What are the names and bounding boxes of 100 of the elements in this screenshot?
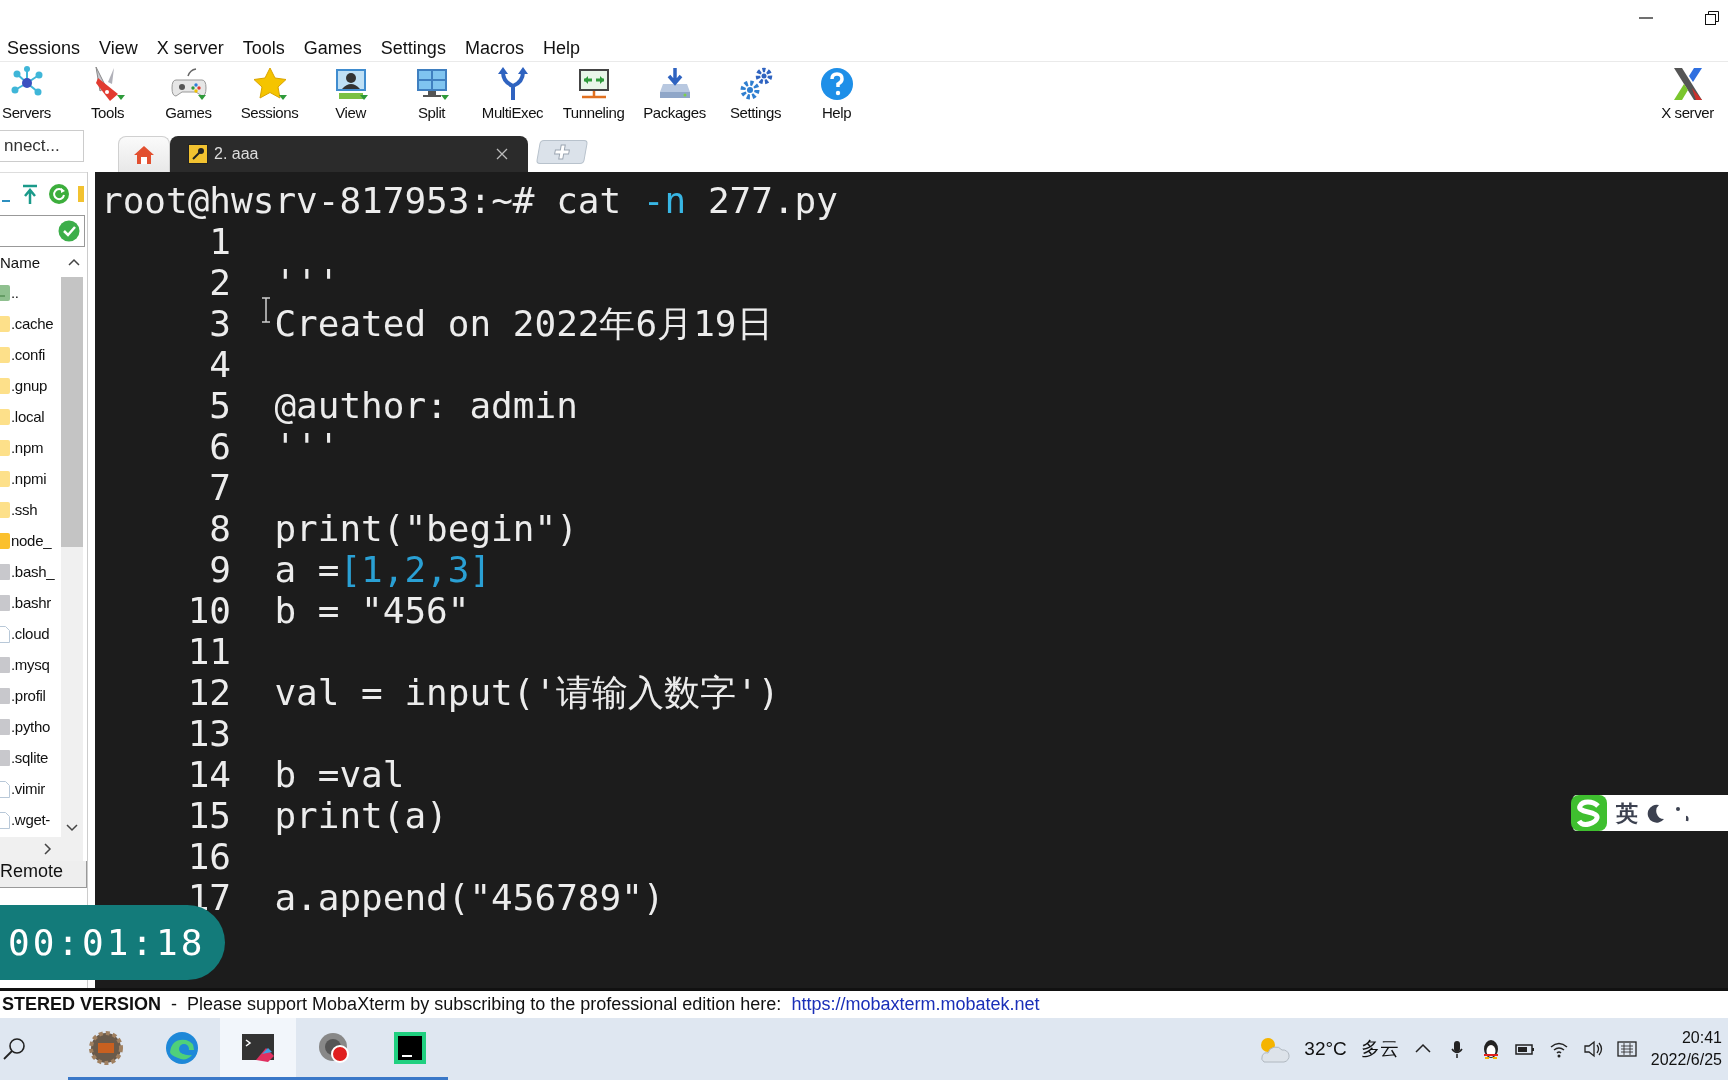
menu-item[interactable]: Macros <box>464 38 524 59</box>
file-name[interactable]: .mysq <box>11 656 50 673</box>
text-cursor-icon <box>261 297 271 323</box>
line-number: 13 <box>186 713 232 754</box>
gear-app-icon <box>88 1029 124 1066</box>
check-icon[interactable] <box>58 220 80 242</box>
line-number: 7 <box>208 467 232 508</box>
file-name[interactable]: .confi <box>11 346 46 363</box>
toolbar-button[interactable]: Games <box>148 62 229 128</box>
plus-icon <box>552 144 572 160</box>
volume-icon[interactable] <box>1582 1039 1603 1059</box>
toolbar-button[interactable]: Tunneling <box>553 62 634 128</box>
code-text: a.append("456789") <box>274 877 665 918</box>
line-number: 16 <box>186 836 232 877</box>
tab-title: 2. aaa <box>214 145 259 163</box>
path-field[interactable] <box>0 215 85 247</box>
file-name[interactable]: .local <box>11 408 45 425</box>
ide-app-icon <box>392 1029 428 1066</box>
menu-item[interactable]: Settings <box>380 38 446 59</box>
line-number: 1 <box>208 221 232 262</box>
file-name[interactable]: .bash_ <box>11 563 55 580</box>
website-link[interactable]: https://mobaxterm.mobatek.net <box>791 994 1040 1014</box>
s-logo-icon <box>1570 794 1608 832</box>
menu-item[interactable]: Sessions <box>7 38 81 59</box>
toolbar-button[interactable]: Help <box>796 62 877 128</box>
file-name[interactable]: .bashr <box>11 594 51 611</box>
menu-item[interactable]: X server <box>156 38 224 59</box>
weather-label[interactable]: 多云 <box>1360 1036 1399 1062</box>
moon-icon[interactable] <box>1646 803 1666 823</box>
line-number: 2 <box>208 262 232 303</box>
file-name[interactable]: .wget- <box>11 811 51 828</box>
toolbar-button[interactable]: X server <box>1647 62 1728 128</box>
file-name[interactable]: .. <box>11 284 19 301</box>
toolbar-button[interactable]: MultiExec <box>472 62 553 128</box>
line-number: 6 <box>208 426 232 467</box>
taskbar-app[interactable] <box>220 1018 296 1080</box>
line-number: 14 <box>186 754 232 795</box>
file-name[interactable]: .npmi <box>11 470 47 487</box>
scrollbar-thumb[interactable] <box>61 277 83 547</box>
input-mode-label[interactable]: 英 <box>1616 792 1638 834</box>
menu-item[interactable]: Tools <box>242 38 285 59</box>
status-message: STERED VERSION - Please support MobaXterm by subscribing to the professional edition here: https://mobaxterm.mobatek.net <box>2 994 1040 1015</box>
file-name[interactable]: .ssh <box>11 501 38 518</box>
scroll-up-icon[interactable] <box>67 257 81 267</box>
line-number: 8 <box>208 508 232 549</box>
menu-item[interactable]: Help <box>542 38 580 59</box>
line-number: 12 <box>186 672 232 713</box>
menu-item[interactable]: View <box>99 38 138 59</box>
toolbar-button[interactable]: Servers <box>0 62 67 128</box>
file-name[interactable]: .cache <box>11 315 54 332</box>
clock-time[interactable]: 20:41 <box>1681 1027 1722 1049</box>
file-name[interactable]: node_ <box>11 532 52 549</box>
code-text: val = input('请输入数字') <box>274 672 780 713</box>
scroll-down-icon[interactable] <box>65 823 79 833</box>
star-icon <box>251 66 288 102</box>
scroll-right-icon[interactable] <box>43 842 53 856</box>
browser-icon <box>164 1029 200 1066</box>
session-tab[interactable]: 2. aaa <box>170 136 528 172</box>
file-name[interactable]: .npm <box>11 439 44 456</box>
gamepad-icon <box>170 66 207 102</box>
code-text: ''' <box>274 262 340 303</box>
line-number: 9 <box>208 549 232 590</box>
file-name[interactable]: .vimir <box>11 780 46 797</box>
code-text: @author: admin <box>274 385 578 426</box>
code-text: a =[1,2,3] <box>274 549 492 590</box>
line-number: 3 <box>208 303 232 344</box>
close-icon[interactable] <box>496 148 508 160</box>
help-icon <box>818 66 855 102</box>
quick-connect-field[interactable]: nnect... <box>0 130 84 162</box>
file-name[interactable]: .sqlite <box>11 749 49 766</box>
keyboard-icon[interactable] <box>1616 1039 1637 1059</box>
toolbar-button[interactable]: View <box>310 62 391 128</box>
input-method-bar[interactable]: 英 <box>1573 795 1728 831</box>
toolbar-button[interactable]: Split <box>391 62 472 128</box>
refresh-icon[interactable] <box>48 183 70 205</box>
vertical-scrollbar[interactable] <box>61 277 83 837</box>
toolbar-button[interactable]: Settings <box>715 62 796 128</box>
code-text: Created on 2022年6月19日 <box>274 303 773 344</box>
code-text: b =val <box>274 754 405 795</box>
search-icon[interactable] <box>2 1036 28 1062</box>
remote-tab[interactable]: Remote <box>0 861 87 888</box>
line-number: 15 <box>186 795 232 836</box>
menu-item[interactable]: Games <box>303 38 362 59</box>
file-name[interactable]: .pytho <box>11 718 51 735</box>
toolbar-button[interactable]: Packages <box>634 62 715 128</box>
code-text: b = "456" <box>274 590 470 631</box>
home-icon <box>133 144 155 165</box>
toolbar-button[interactable]: Sessions <box>229 62 310 128</box>
clock-date[interactable]: 2022/6/25 <box>1650 1049 1722 1071</box>
file-name[interactable]: .gnup <box>11 377 48 394</box>
toolbar-button[interactable]: Tools <box>67 62 148 128</box>
column-header[interactable]: Name <box>0 253 40 271</box>
upload-icon[interactable] <box>20 183 40 205</box>
file-name[interactable]: .profil <box>11 687 46 704</box>
code-text: print(a) <box>274 795 448 836</box>
home-tab[interactable] <box>118 136 170 172</box>
restore-icon[interactable] <box>1704 10 1720 26</box>
file-name[interactable]: .cloud <box>11 625 50 642</box>
code-text: print("begin") <box>274 508 578 549</box>
temperature[interactable]: 32°C <box>1304 1038 1347 1060</box>
